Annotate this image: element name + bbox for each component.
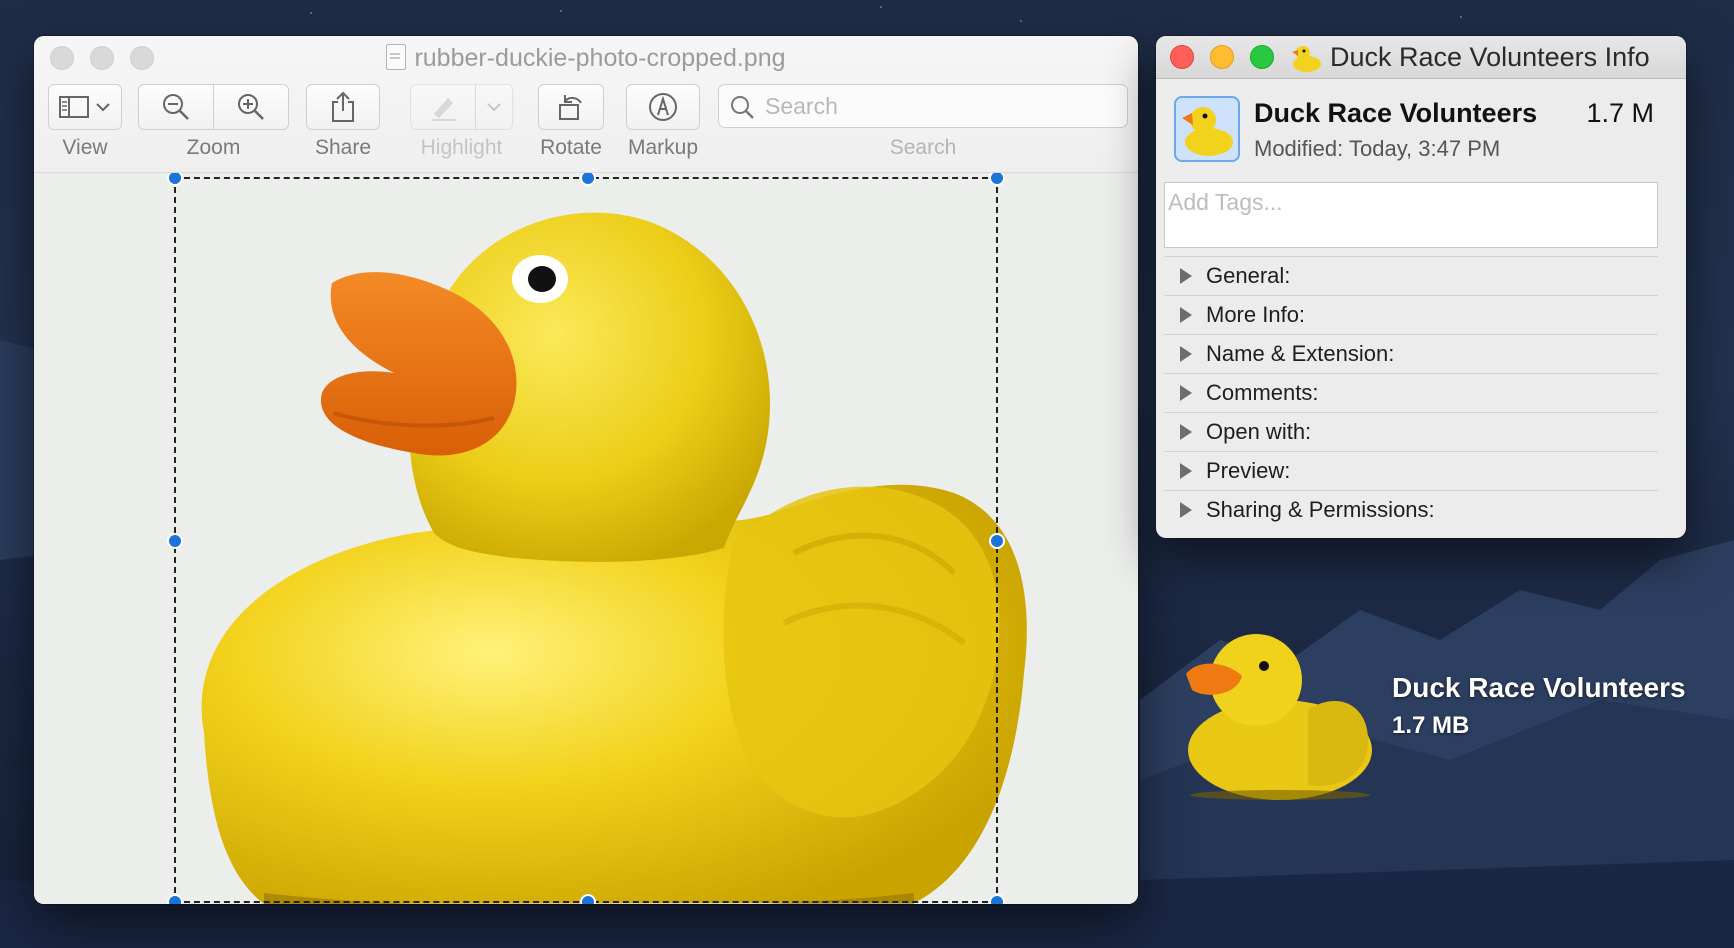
search-label: Search: [889, 136, 957, 159]
info-window-title: Duck Race Volunteers Info: [1330, 42, 1650, 72]
section-label: Open with:: [1206, 419, 1312, 444]
duck-icon: [1182, 107, 1233, 156]
chevron-down-icon: [487, 103, 501, 112]
zoom-label: Zoom: [186, 136, 241, 159]
share-label: Share: [314, 136, 372, 159]
selection-handle[interactable]: [167, 533, 183, 549]
tags-placeholder: Add Tags...: [1168, 189, 1283, 215]
highlight-label: Highlight: [420, 136, 503, 159]
close-button[interactable]: [1170, 45, 1194, 69]
highlight-pen-icon: [432, 98, 456, 121]
markup-button[interactable]: [626, 84, 700, 130]
rotate-label: Rotate: [540, 136, 602, 159]
section-general[interactable]: General:: [1164, 256, 1658, 295]
section-sharing-permissions[interactable]: Sharing & Permissions:: [1164, 490, 1658, 529]
modified-date: Modified: Today, 3:47 PM: [1254, 136, 1501, 161]
duck-icon: [1292, 46, 1321, 72]
section-name-extension[interactable]: Name & Extension:: [1164, 334, 1658, 373]
desktop-file-icon[interactable]: [1168, 610, 1378, 800]
preview-window: rubber-duckie-photo-cropped.png View Zoo…: [34, 36, 1138, 904]
section-label: Name & Extension:: [1206, 341, 1395, 366]
share-button[interactable]: [306, 84, 380, 130]
zoom-out-button[interactable]: [138, 84, 214, 130]
section-open-with[interactable]: Open with:: [1164, 412, 1658, 451]
maximize-button[interactable]: [1250, 45, 1274, 69]
selection-handle[interactable]: [167, 894, 183, 904]
selection-handle[interactable]: [167, 173, 183, 186]
file-icon: [1174, 96, 1240, 162]
crop-selection[interactable]: [167, 173, 1005, 904]
sidebar-icon: [59, 96, 89, 118]
zoom-in-icon: [238, 94, 264, 120]
disclosure-triangle-icon[interactable]: [1180, 502, 1192, 518]
markup-icon: [649, 93, 677, 121]
section-label: Sharing & Permissions:: [1206, 497, 1435, 522]
search-icon: [731, 96, 754, 119]
markup-label: Markup: [627, 136, 699, 159]
window-title: rubber-duckie-photo-cropped.png: [34, 44, 1138, 73]
selection-handle[interactable]: [580, 173, 596, 186]
zoom-in-button[interactable]: [213, 84, 289, 130]
disclosure-triangle-icon[interactable]: [1180, 268, 1192, 284]
info-window: Duck Race Volunteers Info Duck Race Volu…: [1156, 36, 1686, 538]
section-label: Comments:: [1206, 380, 1319, 405]
section-label: Preview:: [1206, 458, 1291, 483]
disclosure-triangle-icon[interactable]: [1180, 307, 1192, 323]
section-more-info[interactable]: More Info:: [1164, 295, 1658, 334]
preview-titlebar: rubber-duckie-photo-cropped.png View Zoo…: [34, 36, 1138, 173]
search-placeholder: Search: [765, 93, 838, 119]
section-label: More Info:: [1206, 302, 1306, 327]
image-canvas[interactable]: [34, 173, 1138, 904]
minimize-button[interactable]: [1210, 45, 1234, 69]
window-title-text: rubber-duckie-photo-cropped.png: [414, 44, 786, 72]
file-name: Duck Race Volunteers: [1254, 98, 1538, 128]
info-titlebar: Duck Race Volunteers Info: [1156, 36, 1686, 79]
share-icon: [332, 91, 354, 122]
file-size: 1.7 M: [1586, 98, 1654, 128]
disclosure-triangle-icon[interactable]: [1180, 424, 1192, 440]
section-label: General:: [1206, 263, 1291, 288]
desktop-file-name: Duck Race Volunteers: [1392, 672, 1686, 703]
section-preview[interactable]: Preview:: [1164, 451, 1658, 490]
highlight-menu-button[interactable]: [475, 84, 513, 130]
chevron-down-icon: [96, 103, 110, 112]
view-button[interactable]: [48, 84, 122, 130]
tags-input[interactable]: Add Tags...: [1164, 182, 1658, 248]
disclosure-triangle-icon[interactable]: [1180, 385, 1192, 401]
zoom-out-icon: [163, 94, 189, 120]
disclosure-triangle-icon[interactable]: [1180, 463, 1192, 479]
desktop-file-size: 1.7 MB: [1392, 712, 1470, 739]
info-sections: General: More Info: Name & Extension: Co…: [1164, 256, 1658, 529]
rotate-icon: [559, 95, 582, 120]
selection-handle[interactable]: [989, 533, 1005, 549]
highlight-button[interactable]: [410, 84, 476, 130]
search-input[interactable]: Search: [718, 84, 1128, 128]
selection-handle[interactable]: [580, 894, 596, 904]
selection-handle[interactable]: [989, 894, 1005, 904]
rotate-button[interactable]: [538, 84, 604, 130]
document-icon: [386, 44, 407, 70]
disclosure-triangle-icon[interactable]: [1180, 346, 1192, 362]
section-comments[interactable]: Comments:: [1164, 373, 1658, 412]
view-label: View: [62, 136, 108, 159]
